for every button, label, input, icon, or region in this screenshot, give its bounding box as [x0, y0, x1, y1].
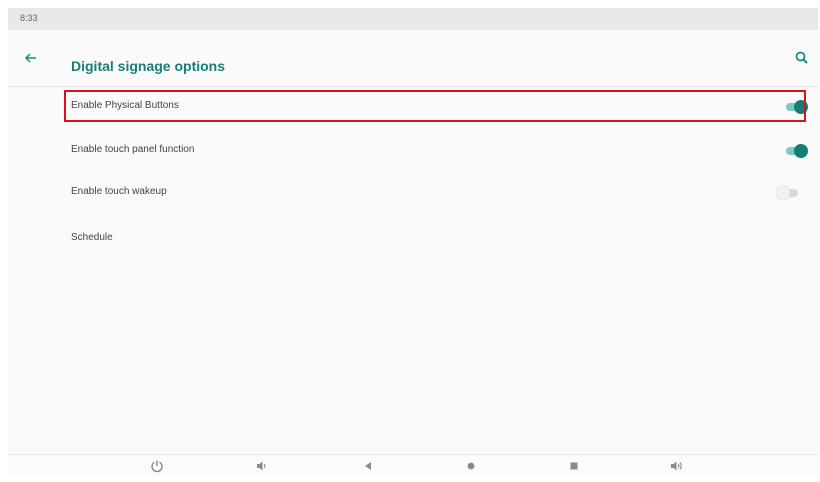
setting-row-schedule[interactable]: Schedule — [8, 220, 818, 258]
search-icon[interactable] — [792, 48, 812, 68]
app-bar: Digital signage options — [8, 30, 818, 87]
touch-wakeup-toggle[interactable] — [776, 186, 800, 200]
setting-row-touch-panel[interactable]: Enable touch panel function — [8, 132, 818, 170]
back-icon[interactable] — [360, 458, 376, 474]
setting-label: Schedule — [71, 232, 113, 243]
volume-down-icon[interactable] — [254, 458, 270, 474]
back-arrow-icon[interactable] — [20, 48, 40, 68]
highlight-box — [64, 90, 806, 122]
setting-row-touch-wakeup[interactable]: Enable touch wakeup — [8, 174, 818, 212]
home-icon[interactable] — [463, 458, 479, 474]
status-time: 8:33 — [20, 13, 38, 23]
setting-label: Enable touch wakeup — [71, 186, 167, 197]
setting-label: Enable touch panel function — [71, 144, 195, 155]
page-title: Digital signage options — [71, 58, 226, 74]
power-icon[interactable] — [149, 458, 165, 474]
navigation-bar — [8, 454, 818, 477]
volume-up-icon[interactable] — [669, 458, 685, 474]
toggle-thumb — [776, 186, 790, 200]
toggle-thumb — [794, 144, 808, 158]
touch-panel-toggle[interactable] — [784, 144, 808, 158]
arrow-back-icon — [24, 53, 36, 63]
recents-icon[interactable] — [566, 458, 582, 474]
status-bar: 8:33 — [8, 8, 818, 30]
android-screen: 8:33 Digital signage options Enable Phys… — [8, 8, 818, 477]
